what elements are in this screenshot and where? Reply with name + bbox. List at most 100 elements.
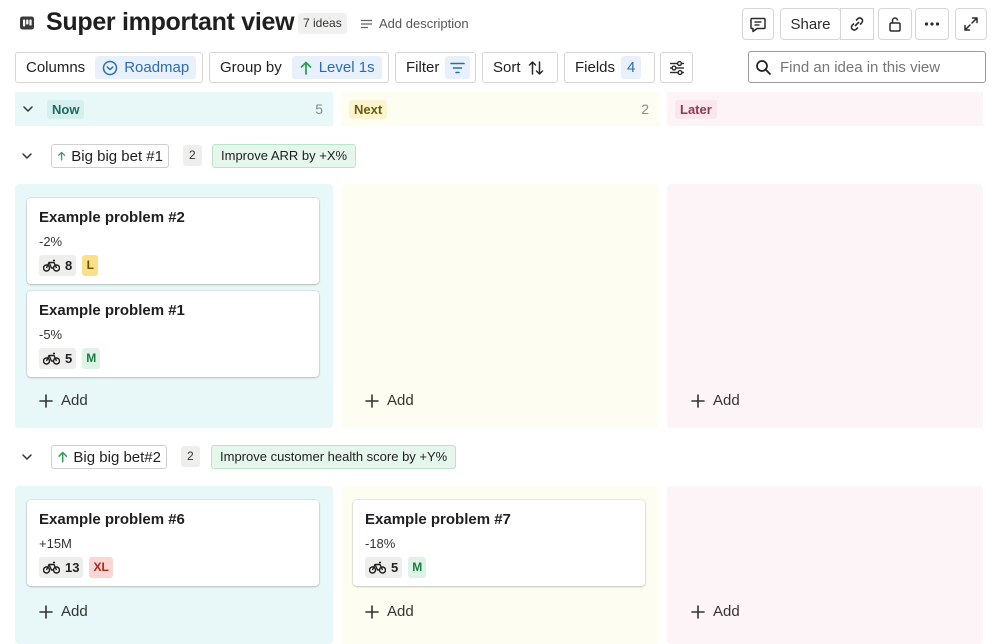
size-badge: M bbox=[408, 557, 427, 578]
column-label-later[interactable]: Later bbox=[675, 100, 717, 119]
column-header-later: Later bbox=[667, 92, 983, 126]
sliders-icon bbox=[669, 60, 684, 75]
sort-button[interactable]: Sort bbox=[482, 52, 558, 83]
card-footer: 5 M bbox=[365, 557, 427, 578]
column-label-next[interactable]: Next bbox=[349, 100, 388, 119]
columns-value-chip[interactable]: Roadmap bbox=[95, 56, 197, 79]
share-label: Share bbox=[790, 15, 831, 33]
add-idea-button[interactable]: Add bbox=[691, 603, 740, 620]
more-button[interactable] bbox=[915, 8, 949, 40]
card-metric: +15M bbox=[39, 536, 72, 551]
lane-later-group-1: Add bbox=[667, 184, 983, 428]
bike-icon bbox=[43, 259, 60, 272]
chevron-down-icon[interactable] bbox=[20, 149, 34, 163]
lock-button[interactable] bbox=[878, 8, 912, 40]
search-icon bbox=[756, 59, 771, 75]
group-by-label: Group by bbox=[220, 59, 282, 76]
card-metric: -5% bbox=[39, 327, 63, 342]
add-idea-button[interactable]: Add bbox=[39, 392, 88, 409]
columns-control[interactable]: Columns Roadmap bbox=[15, 52, 203, 83]
card-footer: 5 M bbox=[39, 348, 101, 369]
group-name: Big big bet#2 bbox=[73, 448, 161, 466]
add-label: Add bbox=[713, 603, 740, 620]
effort-value: 5 bbox=[65, 351, 73, 366]
add-label: Add bbox=[387, 392, 414, 409]
expand-button[interactable] bbox=[955, 8, 987, 40]
bike-icon bbox=[43, 561, 60, 574]
fields-label: Fields bbox=[575, 59, 616, 76]
add-idea-button[interactable]: Add bbox=[365, 392, 414, 409]
add-idea-button[interactable]: Add bbox=[39, 603, 88, 620]
card-metric: -2% bbox=[39, 234, 63, 249]
group-by-control[interactable]: Group by Level 1s bbox=[209, 52, 389, 83]
add-idea-button[interactable]: Add bbox=[365, 603, 414, 620]
plus-icon bbox=[691, 393, 705, 408]
chevron-down-icon[interactable] bbox=[21, 102, 35, 116]
bike-icon bbox=[43, 352, 60, 365]
page-title[interactable]: Super important view bbox=[46, 8, 295, 37]
group-count: 2 bbox=[181, 446, 200, 467]
share-button[interactable]: Share bbox=[780, 8, 841, 40]
filter-button[interactable]: Filter bbox=[395, 52, 476, 83]
idea-count-badge: 7 ideas bbox=[298, 13, 347, 34]
effort-badge: 13 bbox=[39, 557, 84, 578]
idea-card[interactable]: Example problem #2 -2% 8 L bbox=[27, 198, 319, 284]
add-label: Add bbox=[61, 603, 88, 620]
add-description-label: Add description bbox=[379, 16, 469, 31]
group-name-button[interactable]: Big big bet#2 bbox=[51, 445, 167, 469]
idea-card[interactable]: Example problem #6 +15M 13 XL bbox=[27, 500, 319, 586]
add-label: Add bbox=[387, 603, 414, 620]
arrow-up-icon bbox=[58, 451, 68, 463]
add-label: Add bbox=[713, 392, 740, 409]
idea-card[interactable]: Example problem #7 -18% 5 M bbox=[353, 500, 645, 586]
comments-button[interactable] bbox=[742, 8, 774, 40]
comment-icon bbox=[750, 17, 766, 33]
column-count-now: 5 bbox=[315, 101, 323, 117]
group-name: Big big bet #1 bbox=[71, 147, 163, 165]
search-input[interactable] bbox=[780, 58, 980, 76]
plus-icon bbox=[365, 393, 379, 408]
card-footer: 13 XL bbox=[39, 557, 113, 578]
column-header-next: Next 2 bbox=[341, 92, 659, 126]
group-objective-tag[interactable]: Improve ARR by +X% bbox=[212, 144, 357, 168]
text-lines-icon bbox=[361, 19, 372, 28]
column-label-now[interactable]: Now bbox=[47, 100, 85, 119]
size-badge: XL bbox=[89, 557, 113, 578]
group-by-value-chip[interactable]: Level 1s bbox=[291, 56, 382, 79]
copy-link-button[interactable] bbox=[840, 8, 874, 40]
group-name-button[interactable]: Big big bet #1 bbox=[51, 144, 169, 168]
add-label: Add bbox=[61, 392, 88, 409]
add-idea-button[interactable]: Add bbox=[691, 392, 740, 409]
filter-label: Filter bbox=[406, 59, 440, 76]
sort-label: Sort bbox=[493, 59, 521, 76]
expand-icon bbox=[964, 17, 978, 31]
plus-icon bbox=[365, 604, 379, 619]
card-metric: -18% bbox=[365, 536, 396, 551]
sort-icon bbox=[528, 60, 543, 75]
effort-badge: 5 bbox=[365, 557, 403, 578]
card-title: Example problem #7 bbox=[365, 511, 511, 528]
more-icon bbox=[924, 22, 940, 26]
bike-icon bbox=[369, 561, 386, 574]
fields-button[interactable]: Fields 4 bbox=[564, 52, 655, 83]
effort-value: 8 bbox=[65, 258, 73, 273]
columns-label: Columns bbox=[26, 59, 86, 76]
board-icon bbox=[20, 16, 34, 30]
idea-card[interactable]: Example problem #1 -5% 5 M bbox=[27, 291, 319, 377]
link-icon bbox=[850, 17, 864, 31]
unlock-icon bbox=[889, 17, 901, 32]
effort-value: 5 bbox=[391, 560, 399, 575]
arrow-up-icon bbox=[300, 61, 312, 75]
idea-search[interactable] bbox=[748, 51, 986, 83]
lane-later-group-2: Add bbox=[667, 486, 983, 644]
view-settings-button[interactable] bbox=[660, 52, 693, 83]
group-row-1: Big big bet #1 2 Improve ARR by +X% bbox=[0, 144, 998, 174]
group-objective-tag[interactable]: Improve customer health score by +Y% bbox=[211, 445, 457, 469]
lane-next-group-1: Add bbox=[341, 184, 659, 428]
chevron-down-icon[interactable] bbox=[20, 450, 34, 464]
add-description-button[interactable]: Add description bbox=[360, 13, 469, 34]
lane-now-group-1: Example problem #2 -2% 8 L Example probl… bbox=[15, 184, 333, 428]
effort-value: 13 bbox=[65, 560, 80, 575]
column-count-next: 2 bbox=[641, 101, 649, 117]
column-header-now: Now 5 bbox=[15, 92, 333, 126]
